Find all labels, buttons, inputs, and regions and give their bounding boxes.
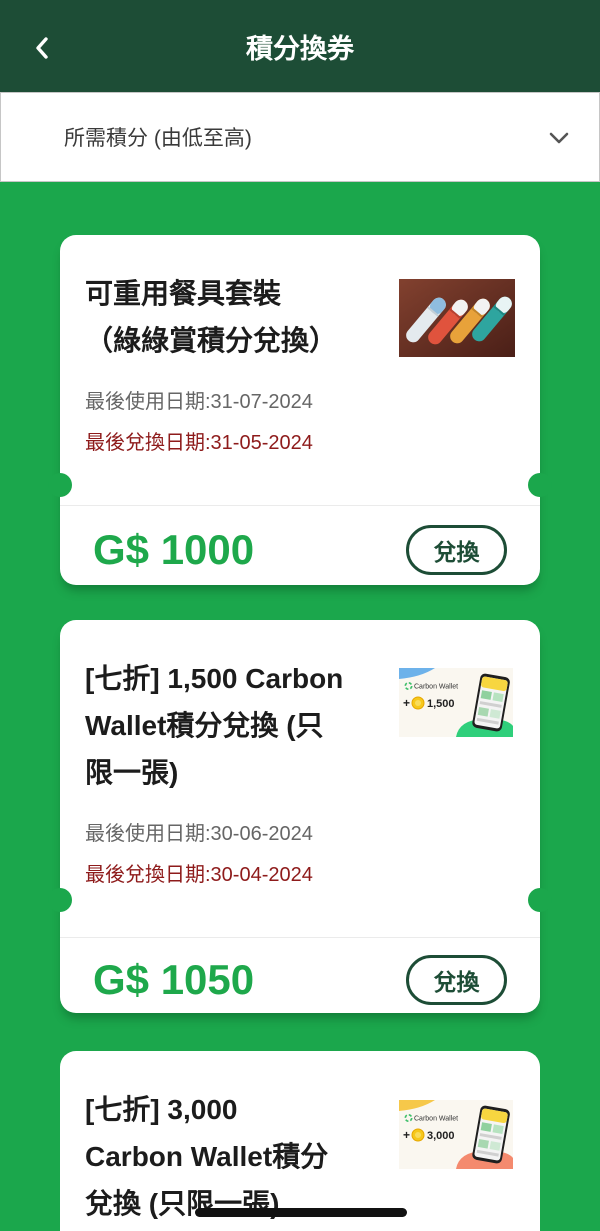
coupon-title-line: （綠綠賞積分兌換） (85, 325, 338, 356)
ticket-notch (528, 473, 552, 497)
redeem-by-date: 最後兌換日期:31-05-2024 (85, 432, 313, 454)
coin-icon (411, 696, 425, 710)
use-by-date: 最後使用日期:30-06-2024 (85, 823, 313, 845)
redeem-by-date: 最後兌換日期:30-04-2024 (85, 864, 313, 886)
coupon-title-line: 限一張) (85, 757, 179, 788)
ticket-notch (528, 888, 552, 912)
redeem-button[interactable]: 兌換 (406, 525, 507, 575)
coupon-footer: G$ 1000 兌換 (60, 505, 540, 585)
promo-brand-text: Carbon Wallet (414, 684, 458, 691)
sort-selected-value: 所需積分 (由低至高) (64, 127, 252, 150)
coupon-info: [七折] 3,000 Carbon Wallet積分 兌換 (只限一張) (85, 1086, 328, 1227)
coupon-title-line: 可重用餐具套裝 (85, 278, 282, 309)
carbon-wallet-promo-image: Carbon Wallet + 3,000 (399, 1100, 513, 1169)
coupon-title-line: [七折] 3,000 (85, 1094, 238, 1125)
back-button[interactable] (20, 26, 64, 70)
coupon-card[interactable]: [七折] 1,500 Carbon Wallet積分兌換 (只 限一張) 最後使… (48, 620, 552, 1013)
promo-amount-text: 1,500 (427, 698, 455, 710)
promo-plus-text: + (403, 696, 410, 710)
top-bar: 積分換券 (0, 0, 600, 92)
coupon-title-line: Wallet積分兌換 (只 (85, 710, 324, 741)
ticket-notch (48, 888, 72, 912)
sort-dropdown[interactable]: 所需積分 (由低至高) (0, 92, 600, 182)
coupon-title: 可重用餐具套裝 （綠綠賞積分兌換） (85, 270, 337, 364)
coupon-title-line: [七折] 1,500 Carbon (85, 663, 344, 694)
promo-amount-text: 3,000 (427, 1130, 455, 1142)
coupon-title: [七折] 3,000 Carbon Wallet積分 兌換 (只限一張) (85, 1086, 328, 1227)
coupon-card[interactable]: 可重用餐具套裝 （綠綠賞積分兌換） 最後使用日期:31-07-2024 最後兌換… (48, 235, 552, 585)
chevron-left-icon (36, 37, 48, 59)
coupon-footer: G$ 1050 兌換 (60, 937, 540, 1013)
home-indicator (195, 1208, 407, 1217)
coupon-card[interactable]: [七折] 3,000 Carbon Wallet積分 兌換 (只限一張) Car… (60, 1051, 540, 1231)
points-price: G$ 1000 (93, 526, 255, 573)
page-title: 積分換券 (246, 33, 354, 64)
carbon-wallet-promo-image: Carbon Wallet + 1,500 (399, 668, 513, 737)
promo-plus-text: + (403, 1128, 410, 1142)
coupon-dates: 最後使用日期:31-07-2024 最後兌換日期:31-05-2024 (85, 382, 337, 464)
coupon-info: 可重用餐具套裝 （綠綠賞積分兌換） 最後使用日期:31-07-2024 最後兌換… (85, 270, 337, 464)
use-by-date: 最後使用日期:31-07-2024 (85, 391, 313, 413)
cutlery-set-image (399, 279, 515, 357)
coupon-title-line: Carbon Wallet積分 (85, 1141, 329, 1172)
points-price: G$ 1050 (93, 956, 255, 1003)
coupon-dates: 最後使用日期:30-06-2024 最後兌換日期:30-04-2024 (85, 814, 343, 896)
coupon-info: [七折] 1,500 Carbon Wallet積分兌換 (只 限一張) 最後使… (85, 655, 343, 896)
chevron-down-icon (549, 132, 569, 144)
redeem-button[interactable]: 兌換 (406, 955, 507, 1005)
coupon-title-line: 兌換 (只限一張) (85, 1188, 280, 1219)
coupon-title: [七折] 1,500 Carbon Wallet積分兌換 (只 限一張) (85, 655, 343, 796)
coupon-exchange-page: 積分換券 所需積分 (由低至高) 可重用餐具套裝 （綠綠賞積分兌換） 最後使用日… (0, 0, 600, 1231)
promo-brand-text: Carbon Wallet (414, 1116, 458, 1123)
coin-icon (411, 1128, 425, 1142)
ticket-notch (48, 473, 72, 497)
